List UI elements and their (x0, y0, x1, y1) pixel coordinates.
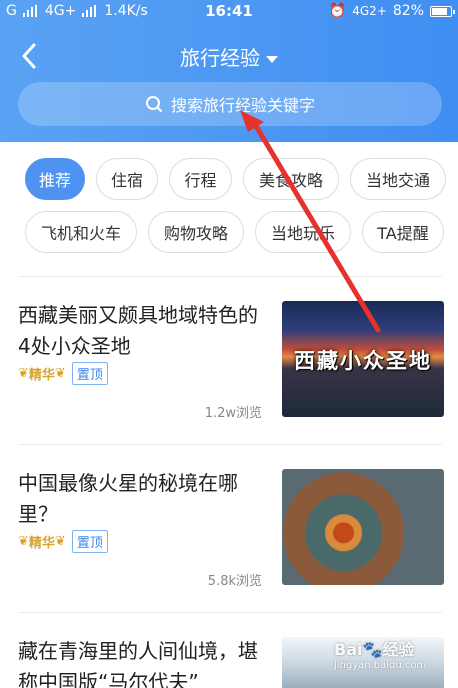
annotation-arrow (240, 110, 381, 333)
arrow-shaft (253, 123, 381, 333)
